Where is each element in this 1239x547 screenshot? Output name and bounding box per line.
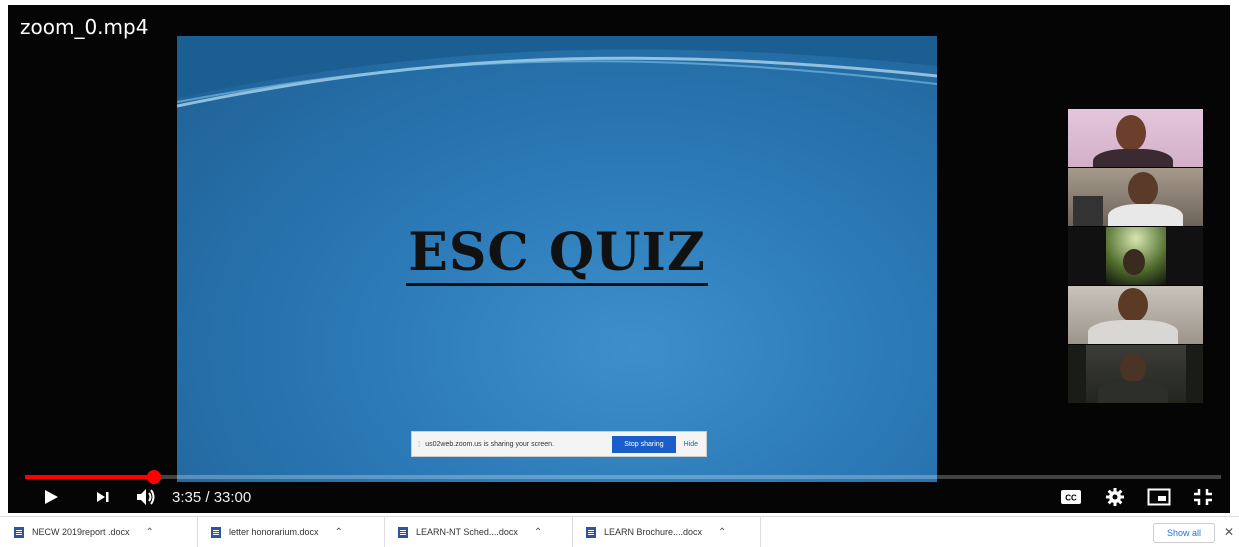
shared-screen-slide: ESC QUIZ ⁞ us02web.zoom.us is sharing yo… <box>177 36 937 482</box>
player-controls: 3:35 / 33:00 CC <box>8 483 1230 511</box>
stop-sharing-button[interactable]: Stop sharing <box>612 435 676 453</box>
chevron-up-icon[interactable]: ⌃ <box>718 527 726 538</box>
download-item[interactable]: LEARN Brochure....docx ⌃ <box>572 517 761 547</box>
scrubber-handle[interactable] <box>147 470 162 484</box>
miniplayer-button[interactable] <box>1145 485 1173 509</box>
drag-grip-icon[interactable]: ⁞ <box>418 440 420 449</box>
chevron-up-icon[interactable]: ⌃ <box>146 527 154 538</box>
progress-played <box>25 475 155 479</box>
captions-button[interactable]: CC <box>1058 485 1084 509</box>
show-all-button[interactable]: Show all <box>1153 523 1215 543</box>
play-icon <box>45 490 58 504</box>
slide-swoosh-decoration <box>177 36 937 108</box>
chevron-up-icon[interactable]: ⌃ <box>534 527 542 538</box>
play-button[interactable] <box>38 485 64 509</box>
share-message: us02web.zoom.us is sharing your screen. <box>425 440 555 448</box>
word-document-icon <box>211 526 221 538</box>
video-player[interactable]: zoom_0.mp4 ESC QUIZ ⁞ us02web.zoom.us is… <box>8 5 1230 513</box>
download-item-name: LEARN-NT Sched....docx <box>416 527 518 537</box>
download-item[interactable]: letter honorarium.docx ⌃ <box>197 517 385 547</box>
participant-tile <box>1068 286 1203 344</box>
close-icon[interactable]: ✕ <box>1224 525 1234 539</box>
time-display: 3:35 / 33:00 <box>172 489 252 506</box>
screen-share-bar: ⁞ us02web.zoom.us is sharing your screen… <box>411 431 707 457</box>
download-item[interactable]: LEARN-NT Sched....docx ⌃ <box>384 517 573 547</box>
exit-fullscreen-button[interactable] <box>1189 485 1217 509</box>
closed-captions-icon: CC <box>1061 490 1081 504</box>
participant-gallery <box>1068 109 1203 404</box>
participant-tile <box>1068 109 1203 167</box>
exit-fullscreen-icon <box>1194 489 1212 505</box>
participant-tile <box>1068 227 1203 285</box>
download-item-name: NECW 2019report .docx <box>32 527 130 537</box>
gear-icon <box>1106 488 1124 506</box>
skip-next-icon <box>97 492 109 502</box>
downloads-bar: NECW 2019report .docx ⌃ letter honorariu… <box>0 516 1239 547</box>
volume-icon <box>137 489 155 505</box>
download-item[interactable]: NECW 2019report .docx ⌃ <box>0 517 198 547</box>
hide-link[interactable]: Hide <box>684 441 698 448</box>
chevron-up-icon[interactable]: ⌃ <box>335 527 343 538</box>
slide-title: ESC QUIZ <box>177 222 937 286</box>
participant-tile <box>1068 345 1203 403</box>
word-document-icon <box>586 526 596 538</box>
settings-button[interactable] <box>1102 485 1128 509</box>
word-document-icon <box>398 526 408 538</box>
volume-button[interactable] <box>132 485 162 509</box>
word-document-icon <box>14 526 24 538</box>
progress-bar[interactable] <box>25 470 1221 484</box>
video-title: zoom_0.mp4 <box>20 15 149 39</box>
download-item-name: letter honorarium.docx <box>229 527 319 537</box>
participant-tile <box>1068 168 1203 226</box>
next-button[interactable] <box>90 485 116 509</box>
download-item-name: LEARN Brochure....docx <box>604 527 703 537</box>
miniplayer-icon <box>1147 488 1171 506</box>
svg-text:CC: CC <box>1065 494 1077 503</box>
